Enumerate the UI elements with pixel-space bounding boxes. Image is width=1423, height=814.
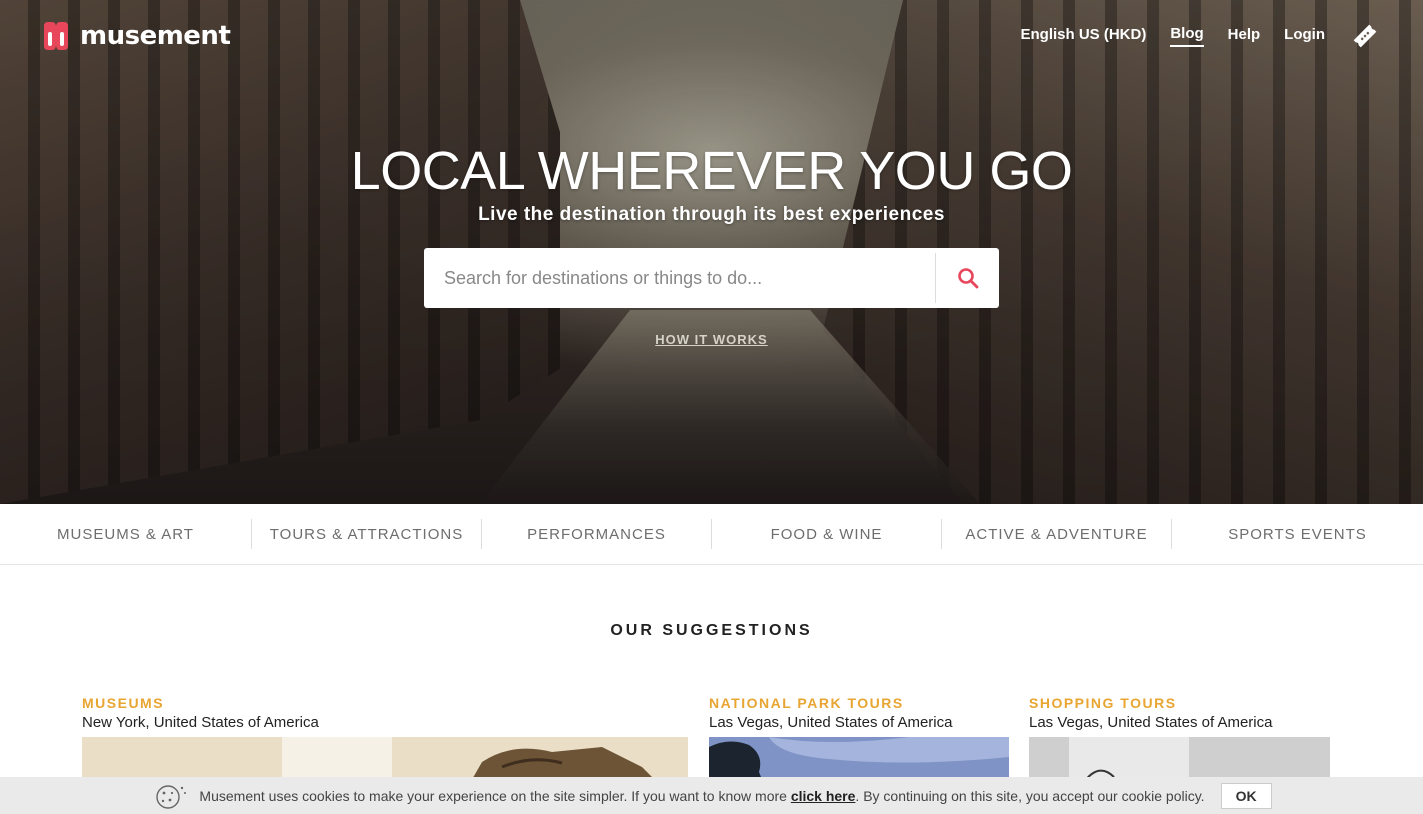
search-box: [424, 248, 999, 308]
search-button[interactable]: [936, 248, 999, 308]
nav-login-link[interactable]: Login: [1284, 26, 1325, 46]
cookie-icon: [156, 784, 187, 809]
search-icon: [957, 268, 978, 289]
category-active-adventure[interactable]: ACTIVE & ADVENTURE: [942, 519, 1172, 549]
card-location: Las Vegas, United States of America: [709, 714, 953, 731]
cookie-ok-button[interactable]: OK: [1220, 782, 1272, 809]
card-category: SHOPPING TOURS: [1029, 695, 1177, 711]
category-bar: MUSEUMS & ART TOURS & ATTRACTIONS PERFOR…: [0, 504, 1423, 565]
top-navigation: English US (HKD) Blog Help Login: [1020, 20, 1381, 52]
musement-logo-icon: [44, 22, 68, 50]
card-location: New York, United States of America: [82, 714, 319, 731]
cookie-banner: Musement uses cookies to make your exper…: [0, 777, 1423, 814]
hero-banner: musement English US (HKD) Blog Help Logi…: [0, 0, 1423, 504]
nav-blog-link[interactable]: Blog: [1170, 25, 1204, 47]
category-tours-attractions[interactable]: TOURS & ATTRACTIONS: [252, 519, 482, 549]
card-category: NATIONAL PARK TOURS: [709, 695, 904, 711]
category-performances[interactable]: PERFORMANCES: [482, 519, 712, 549]
ticket-icon[interactable]: [1349, 20, 1381, 52]
logo-text: musement: [80, 21, 231, 51]
category-museums-art[interactable]: MUSEUMS & ART: [0, 519, 252, 549]
card-location: Las Vegas, United States of America: [1029, 714, 1273, 731]
hero-subtitle: Live the destination through its best ex…: [478, 204, 945, 225]
hero-title: LOCAL WHEREVER YOU GO: [350, 141, 1073, 201]
category-food-wine[interactable]: FOOD & WINE: [712, 519, 942, 549]
logo[interactable]: musement: [40, 20, 231, 52]
nav-help-link[interactable]: Help: [1228, 26, 1261, 46]
card-category: MUSEUMS: [82, 695, 165, 711]
language-selector[interactable]: English US (HKD): [1020, 26, 1146, 46]
cookie-more-link[interactable]: click here: [791, 788, 856, 804]
search-input[interactable]: [424, 248, 935, 308]
suggestions-title: OUR SUGGESTIONS: [610, 622, 813, 639]
cookie-text: Musement uses cookies to make your exper…: [199, 787, 1205, 804]
category-sports-events[interactable]: SPORTS EVENTS: [1172, 519, 1423, 549]
how-it-works-link[interactable]: HOW IT WORKS: [655, 332, 767, 347]
